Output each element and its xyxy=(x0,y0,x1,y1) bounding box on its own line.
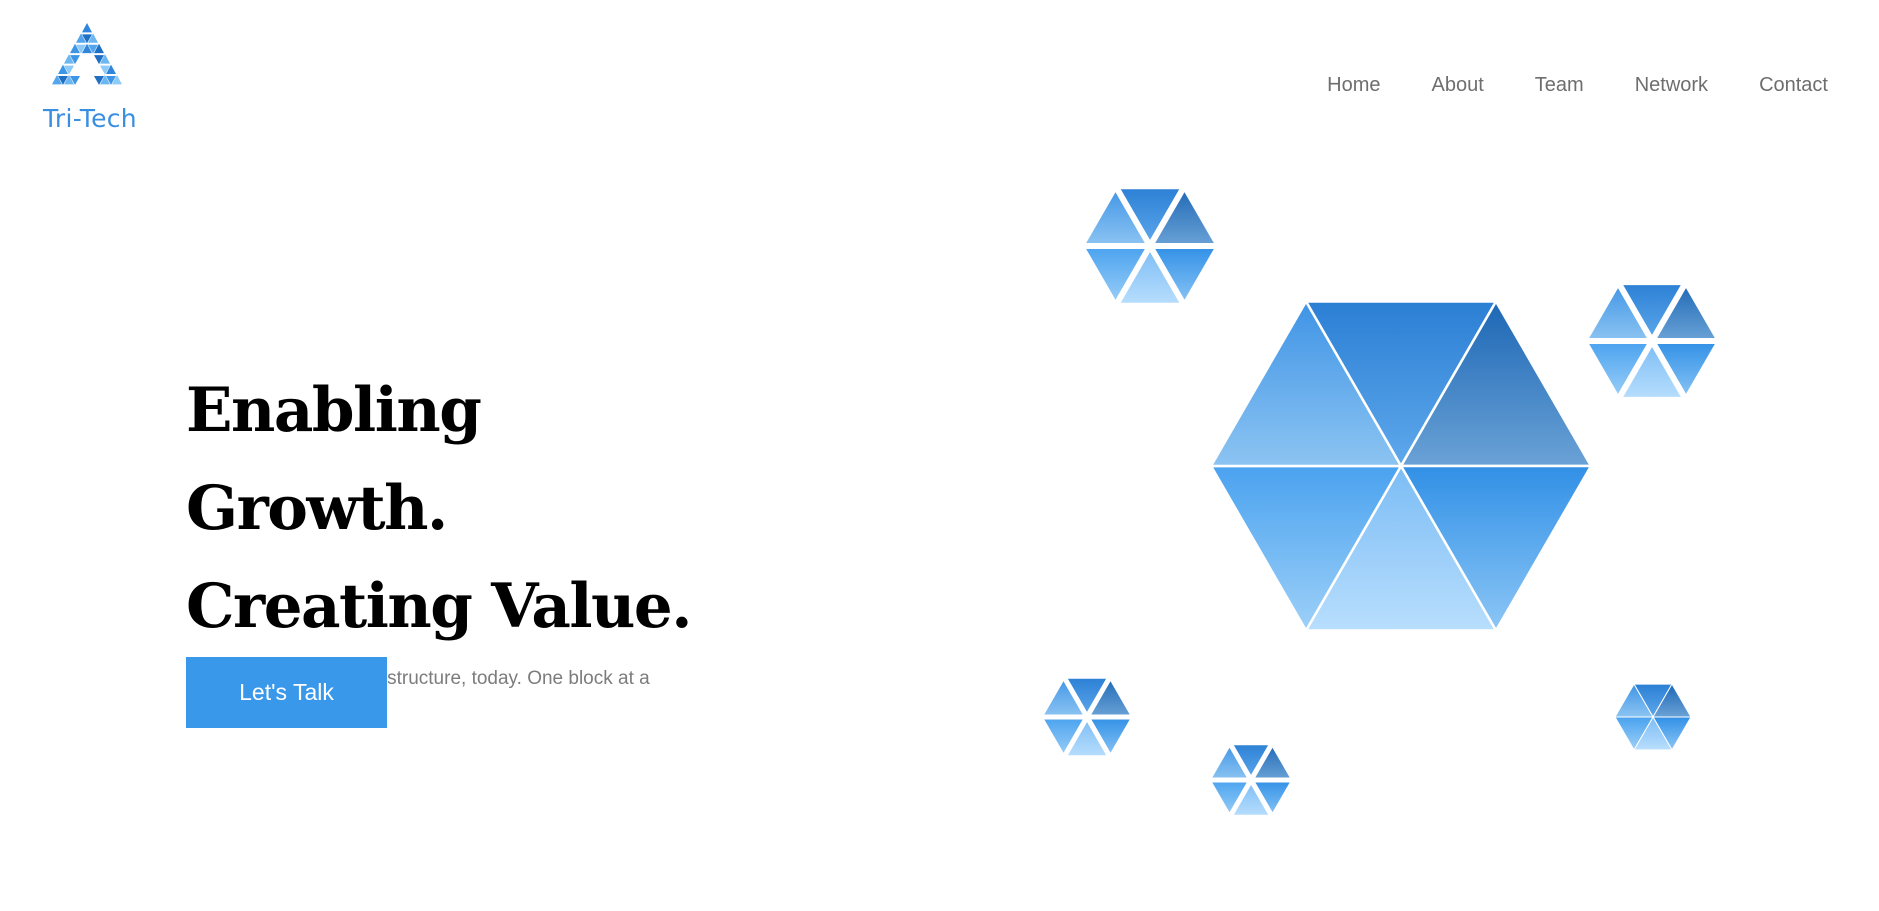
hexagon-top-left xyxy=(1078,183,1222,309)
main-navigation: Home About Team Network Contact xyxy=(1276,74,1828,97)
nav-team[interactable]: Team xyxy=(1535,74,1584,97)
hero-headline: Enabling Growth. Creating Value. xyxy=(186,362,746,656)
hexagon-bottom-middle xyxy=(1205,740,1297,820)
brand-name: Tri-Tech xyxy=(43,104,137,133)
hexagon-bottom-right xyxy=(1614,683,1692,751)
lets-talk-button[interactable]: Let's Talk xyxy=(186,657,387,728)
nav-about[interactable]: About xyxy=(1432,74,1484,97)
triangle-mosaic-icon xyxy=(52,23,122,85)
hexagon-right xyxy=(1581,279,1723,403)
large-hexagon xyxy=(1209,300,1593,632)
hexagon-bottom-left xyxy=(1037,673,1137,761)
hero-headline-line1: Enabling Growth. xyxy=(186,375,482,544)
nav-contact[interactable]: Contact xyxy=(1759,74,1828,97)
nav-home[interactable]: Home xyxy=(1327,74,1380,97)
hero-headline-line2: Creating Value. xyxy=(186,571,692,642)
brand-logo-link[interactable]: Tri-Tech xyxy=(42,22,142,133)
nav-network[interactable]: Network xyxy=(1635,74,1708,97)
